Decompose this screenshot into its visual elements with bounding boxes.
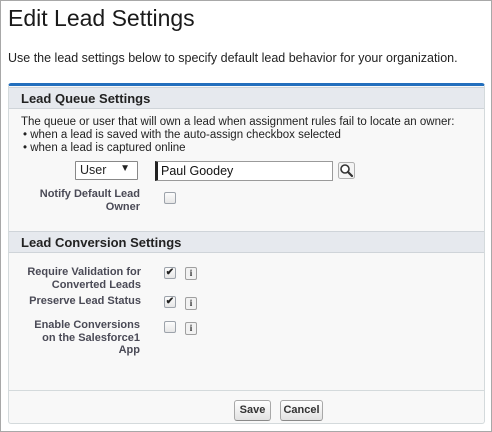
queue-description: The queue or user that will own a lead w… xyxy=(21,116,455,128)
info-icon[interactable]: i xyxy=(185,322,197,335)
chevron-down-icon: ▼ xyxy=(120,163,130,174)
save-button[interactable]: Save xyxy=(234,400,271,421)
info-icon[interactable]: i xyxy=(185,297,197,310)
lead-conversion-settings-header: Lead Conversion Settings xyxy=(9,231,484,253)
settings-panel: Lead Queue Settings The queue or user th… xyxy=(8,83,485,424)
info-icon[interactable]: i xyxy=(185,267,197,280)
owner-type-value: User xyxy=(80,163,107,177)
lead-queue-settings-header: Lead Queue Settings xyxy=(9,87,484,109)
cancel-button[interactable]: Cancel xyxy=(280,400,323,421)
require-validation-label: Require Validation for Converted Leads xyxy=(27,266,141,291)
footer-divider xyxy=(9,390,484,391)
owner-type-select[interactable]: User ▼ xyxy=(75,161,138,180)
notify-default-owner-checkbox[interactable] xyxy=(164,192,176,204)
enable-conversions-label: Enable Conversions on the Salesforce1 Ap… xyxy=(34,319,140,356)
queue-bullet-captured-online: • when a lead is captured online xyxy=(23,142,186,154)
preserve-lead-status-checkbox[interactable]: ✔ xyxy=(164,296,176,308)
default-owner-input[interactable]: Paul Goodey xyxy=(155,161,333,181)
page-title: Edit Lead Settings xyxy=(8,5,195,31)
enable-conversions-checkbox[interactable] xyxy=(164,321,176,333)
lookup-icon[interactable] xyxy=(338,162,355,179)
preserve-lead-status-label: Preserve Lead Status xyxy=(29,295,141,307)
require-validation-checkbox[interactable]: ✔ xyxy=(164,267,176,279)
queue-bullet-auto-assign: • when a lead is saved with the auto-ass… xyxy=(23,129,341,141)
page-intro: Use the lead settings below to specify d… xyxy=(8,51,458,65)
notify-default-owner-label: Notify Default Lead Owner xyxy=(39,188,140,213)
